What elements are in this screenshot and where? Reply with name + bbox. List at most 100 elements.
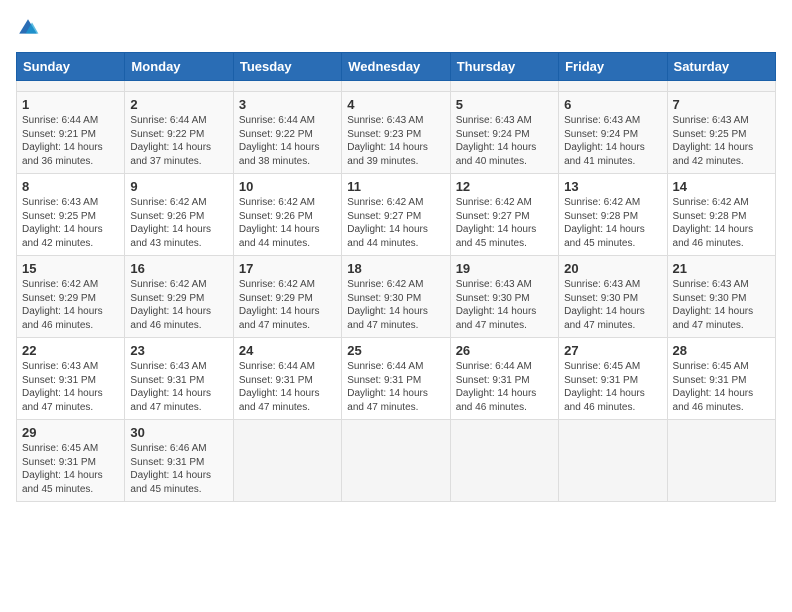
day-info: Sunrise: 6:45 AMSunset: 9:31 PMDaylight:… xyxy=(22,442,119,496)
calendar-week-row: 15Sunrise: 6:42 AMSunset: 9:29 PMDayligh… xyxy=(17,256,776,338)
calendar-day-cell: 20Sunrise: 6:43 AMSunset: 9:30 PMDayligh… xyxy=(559,256,667,338)
day-number: 11 xyxy=(347,179,444,194)
calendar-day-cell: 3 Sunrise: 6:44 AMSunset: 9:22 PMDaylight… xyxy=(233,92,341,174)
day-of-week-header: Wednesday xyxy=(342,53,450,81)
calendar-day-cell xyxy=(342,81,450,92)
day-number: 20 xyxy=(564,261,661,276)
day-number: 1 xyxy=(22,97,119,112)
day-info: Sunrise: 6:43 AMSunset: 9:24 PMDaylight:… xyxy=(564,114,661,168)
calendar-day-cell: 10 Sunrise: 6:42 AMSunset: 9:26 PMDayligh… xyxy=(233,174,341,256)
day-info: Sunrise: 6:43 AMSunset: 9:25 PMDaylight:… xyxy=(673,114,770,168)
logo-icon xyxy=(16,16,40,40)
day-number: 17 xyxy=(239,261,336,276)
day-info: Sunrise: 6:42 AMSunset: 9:28 PMDaylight:… xyxy=(673,196,770,250)
day-of-week-header: Monday xyxy=(125,53,233,81)
day-info: Sunrise: 6:42 AMSunset: 9:26 PMDaylight:… xyxy=(130,196,227,250)
day-number: 22 xyxy=(22,343,119,358)
day-info: Sunrise: 6:44 AMSunset: 9:21 PMDaylight:… xyxy=(22,114,119,168)
day-info: Sunrise: 6:42 AMSunset: 9:27 PMDaylight:… xyxy=(456,196,553,250)
calendar-week-row: 22 Sunrise: 6:43 AMSunset: 9:31 PMDayligh… xyxy=(17,338,776,420)
day-number: 28 xyxy=(673,343,770,358)
calendar-day-cell xyxy=(342,420,450,502)
calendar-day-cell: 30Sunrise: 6:46 AMSunset: 9:31 PMDayligh… xyxy=(125,420,233,502)
calendar-day-cell: 14 Sunrise: 6:42 AMSunset: 9:28 PMDayligh… xyxy=(667,174,775,256)
calendar-day-cell xyxy=(559,420,667,502)
header xyxy=(16,16,776,40)
calendar-week-row xyxy=(17,81,776,92)
day-number: 30 xyxy=(130,425,227,440)
day-info: Sunrise: 6:45 AMSunset: 9:31 PMDaylight:… xyxy=(564,360,661,414)
day-number: 10 xyxy=(239,179,336,194)
calendar-day-cell: 23Sunrise: 6:43 AMSunset: 9:31 PMDayligh… xyxy=(125,338,233,420)
day-of-week-header: Saturday xyxy=(667,53,775,81)
calendar-day-cell: 26 Sunrise: 6:44 AMSunset: 9:31 PMDayligh… xyxy=(450,338,558,420)
calendar-day-cell: 16Sunrise: 6:42 AMSunset: 9:29 PMDayligh… xyxy=(125,256,233,338)
calendar-day-cell xyxy=(17,81,125,92)
calendar-day-cell: 11Sunrise: 6:42 AMSunset: 9:27 PMDayligh… xyxy=(342,174,450,256)
day-info: Sunrise: 6:42 AMSunset: 9:28 PMDaylight:… xyxy=(564,196,661,250)
day-of-week-header: Friday xyxy=(559,53,667,81)
day-of-week-header: Tuesday xyxy=(233,53,341,81)
day-number: 14 xyxy=(673,179,770,194)
day-info: Sunrise: 6:42 AMSunset: 9:29 PMDaylight:… xyxy=(22,278,119,332)
day-number: 26 xyxy=(456,343,553,358)
calendar-day-cell: 6 Sunrise: 6:43 AMSunset: 9:24 PMDaylight… xyxy=(559,92,667,174)
day-info: Sunrise: 6:43 AMSunset: 9:25 PMDaylight:… xyxy=(22,196,119,250)
day-info: Sunrise: 6:43 AMSunset: 9:24 PMDaylight:… xyxy=(456,114,553,168)
day-info: Sunrise: 6:43 AMSunset: 9:31 PMDaylight:… xyxy=(22,360,119,414)
day-number: 7 xyxy=(673,97,770,112)
calendar-day-cell xyxy=(450,81,558,92)
day-number: 3 xyxy=(239,97,336,112)
calendar-day-cell: 21Sunrise: 6:43 AMSunset: 9:30 PMDayligh… xyxy=(667,256,775,338)
calendar-week-row: 29 Sunrise: 6:45 AMSunset: 9:31 PMDayligh… xyxy=(17,420,776,502)
day-number: 16 xyxy=(130,261,227,276)
day-number: 9 xyxy=(130,179,227,194)
day-info: Sunrise: 6:43 AMSunset: 9:31 PMDaylight:… xyxy=(130,360,227,414)
day-info: Sunrise: 6:44 AMSunset: 9:31 PMDaylight:… xyxy=(456,360,553,414)
calendar-body: 1 Sunrise: 6:44 AMSunset: 9:21 PMDaylight… xyxy=(17,81,776,502)
calendar-table: SundayMondayTuesdayWednesdayThursdayFrid… xyxy=(16,52,776,502)
day-info: Sunrise: 6:44 AMSunset: 9:22 PMDaylight:… xyxy=(239,114,336,168)
calendar-day-cell: 5 Sunrise: 6:43 AMSunset: 9:24 PMDaylight… xyxy=(450,92,558,174)
day-info: Sunrise: 6:43 AMSunset: 9:30 PMDaylight:… xyxy=(673,278,770,332)
day-info: Sunrise: 6:44 AMSunset: 9:31 PMDaylight:… xyxy=(239,360,336,414)
calendar-week-row: 1 Sunrise: 6:44 AMSunset: 9:21 PMDaylight… xyxy=(17,92,776,174)
calendar-day-cell xyxy=(667,420,775,502)
calendar-day-cell xyxy=(233,420,341,502)
day-number: 29 xyxy=(22,425,119,440)
calendar-day-cell: 24 Sunrise: 6:44 AMSunset: 9:31 PMDayligh… xyxy=(233,338,341,420)
calendar-day-cell: 1 Sunrise: 6:44 AMSunset: 9:21 PMDaylight… xyxy=(17,92,125,174)
calendar-day-cell: 18 Sunrise: 6:42 AMSunset: 9:30 PMDayligh… xyxy=(342,256,450,338)
day-number: 6 xyxy=(564,97,661,112)
calendar-day-cell: 25 Sunrise: 6:44 AMSunset: 9:31 PMDayligh… xyxy=(342,338,450,420)
day-number: 19 xyxy=(456,261,553,276)
day-number: 24 xyxy=(239,343,336,358)
day-info: Sunrise: 6:42 AMSunset: 9:29 PMDaylight:… xyxy=(239,278,336,332)
day-info: Sunrise: 6:45 AMSunset: 9:31 PMDaylight:… xyxy=(673,360,770,414)
day-info: Sunrise: 6:42 AMSunset: 9:30 PMDaylight:… xyxy=(347,278,444,332)
day-info: Sunrise: 6:43 AMSunset: 9:23 PMDaylight:… xyxy=(347,114,444,168)
day-info: Sunrise: 6:43 AMSunset: 9:30 PMDaylight:… xyxy=(456,278,553,332)
day-number: 12 xyxy=(456,179,553,194)
calendar-day-cell: 29 Sunrise: 6:45 AMSunset: 9:31 PMDayligh… xyxy=(17,420,125,502)
calendar-day-cell: 2Sunrise: 6:44 AMSunset: 9:22 PMDaylight… xyxy=(125,92,233,174)
calendar-day-cell: 19 Sunrise: 6:43 AMSunset: 9:30 PMDayligh… xyxy=(450,256,558,338)
calendar-day-cell: 12 Sunrise: 6:42 AMSunset: 9:27 PMDayligh… xyxy=(450,174,558,256)
calendar-day-cell xyxy=(559,81,667,92)
calendar-day-cell: 8 Sunrise: 6:43 AMSunset: 9:25 PMDaylight… xyxy=(17,174,125,256)
day-info: Sunrise: 6:42 AMSunset: 9:26 PMDaylight:… xyxy=(239,196,336,250)
calendar-day-cell: 22 Sunrise: 6:43 AMSunset: 9:31 PMDayligh… xyxy=(17,338,125,420)
day-number: 25 xyxy=(347,343,444,358)
day-number: 18 xyxy=(347,261,444,276)
calendar-day-cell xyxy=(667,81,775,92)
day-of-week-header: Thursday xyxy=(450,53,558,81)
day-info: Sunrise: 6:44 AMSunset: 9:31 PMDaylight:… xyxy=(347,360,444,414)
calendar-day-cell: 28 Sunrise: 6:45 AMSunset: 9:31 PMDayligh… xyxy=(667,338,775,420)
logo xyxy=(16,16,44,40)
day-number: 8 xyxy=(22,179,119,194)
calendar-day-cell xyxy=(450,420,558,502)
calendar-day-cell: 17 Sunrise: 6:42 AMSunset: 9:29 PMDayligh… xyxy=(233,256,341,338)
day-number: 5 xyxy=(456,97,553,112)
day-number: 2 xyxy=(130,97,227,112)
calendar-day-cell xyxy=(125,81,233,92)
